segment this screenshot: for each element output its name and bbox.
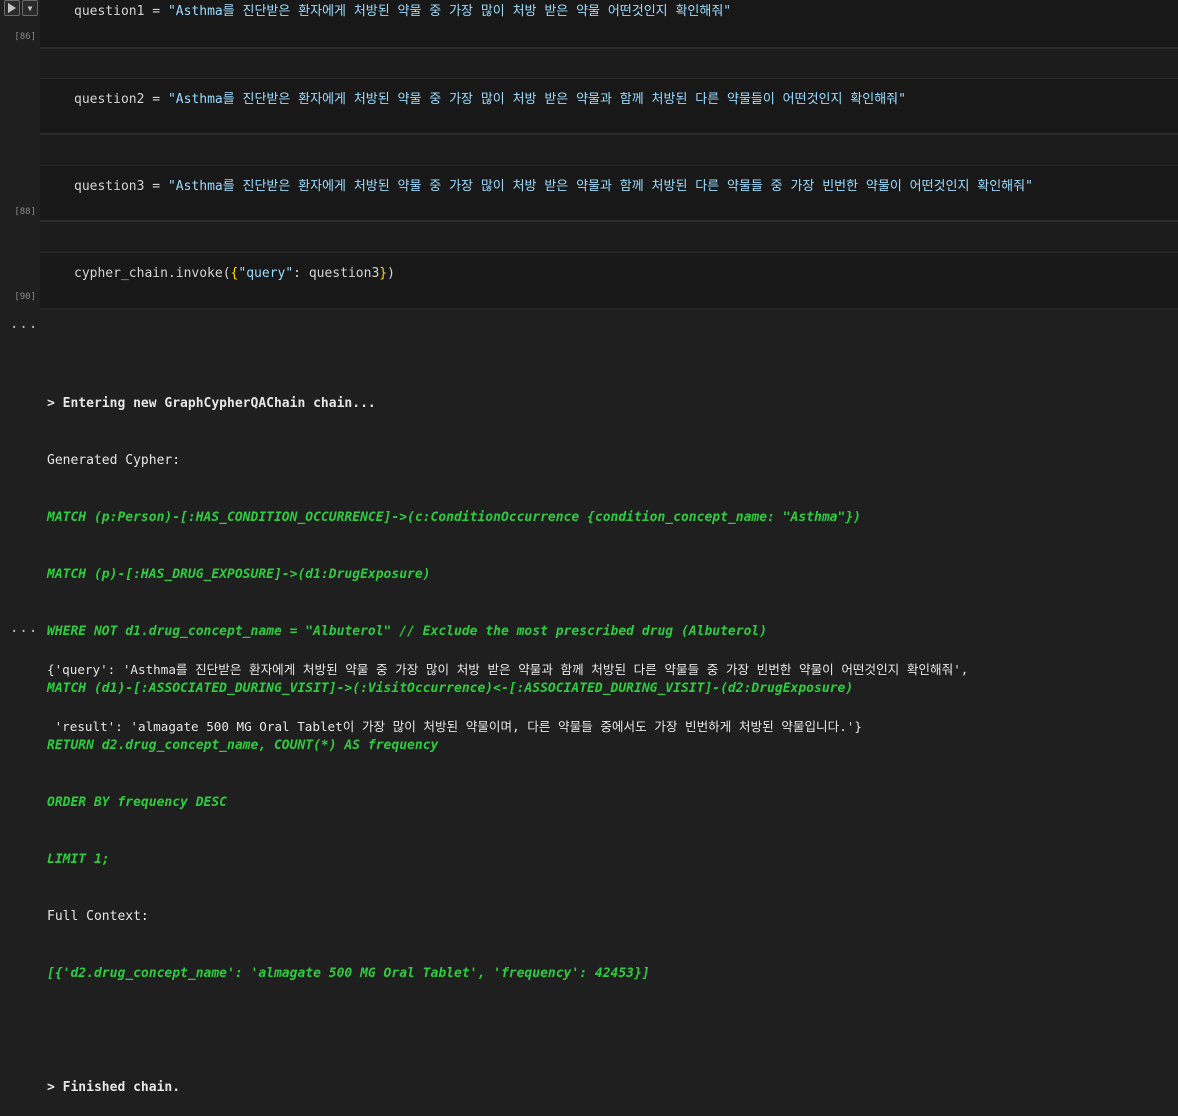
code-cell-3[interactable]: question3 = "Asthma를 진단받은 환자에게 처방된 약물 중 … bbox=[40, 165, 1178, 221]
cell-run-controls: ▼ bbox=[4, 0, 40, 16]
empty-cell[interactable] bbox=[40, 48, 1178, 79]
result-output: {'query': 'Asthma를 진단받은 환자에게 처방된 약물 중 가장… bbox=[47, 622, 1178, 755]
assign-operator: = bbox=[144, 179, 168, 194]
code-line-question1: question1 = "Asthma를 진단받은 환자에게 처방된 약물 중 … bbox=[74, 3, 731, 21]
dict-key: "query" bbox=[238, 266, 294, 281]
full-context-label: Full Context: bbox=[47, 909, 149, 924]
code-line-invoke: cypher_chain.invoke({"query": question3}… bbox=[74, 265, 395, 283]
call-close: ) bbox=[387, 266, 395, 281]
result-line: 'result': 'almagate 500 MG Oral Tablet이 … bbox=[47, 719, 862, 734]
generated-cypher-label: Generated Cypher: bbox=[47, 453, 181, 468]
function-call: cypher_chain.invoke( bbox=[74, 266, 231, 281]
string-literal: "Asthma를 진단받은 환자에게 처방된 약물 중 가장 많이 처방 받은 … bbox=[167, 4, 732, 19]
empty-cell[interactable] bbox=[40, 134, 1178, 166]
result-line: {'query': 'Asthma를 진단받은 환자에게 처방된 약물 중 가장… bbox=[47, 662, 969, 677]
code-cell-2[interactable]: question2 = "Asthma를 진단받은 환자에게 처방된 약물 중 … bbox=[40, 78, 1178, 134]
cypher-line: MATCH (p:Person)-[:HAS_CONDITION_OCCURRE… bbox=[47, 510, 861, 525]
execution-count: [88] bbox=[14, 207, 36, 217]
assign-operator: = bbox=[144, 4, 168, 19]
code-line-question3: question3 = "Asthma를 진단받은 환자에게 처방된 약물 중 … bbox=[74, 178, 1033, 196]
string-literal: "Asthma를 진단받은 환자에게 처방된 약물 중 가장 많이 처방 받은 … bbox=[167, 179, 1033, 194]
code-line-question2: question2 = "Asthma를 진단받은 환자에게 처방된 약물 중 … bbox=[74, 91, 906, 109]
variable-name: question1 bbox=[74, 4, 145, 19]
execution-count: [86] bbox=[14, 32, 36, 42]
output-collapse-toggle[interactable]: ... bbox=[10, 316, 38, 332]
variable-name: question2 bbox=[74, 92, 145, 107]
play-icon bbox=[8, 3, 16, 13]
assign-operator: = bbox=[144, 92, 168, 107]
string-literal: "Asthma를 진단받은 환자에게 처방된 약물 중 가장 많이 처방 받은 … bbox=[167, 92, 906, 107]
entering-chain-text: > Entering new GraphCypherQAChain chain.… bbox=[47, 396, 376, 411]
empty-cell[interactable] bbox=[40, 221, 1178, 253]
code-cell-1[interactable]: question1 = "Asthma를 진단받은 환자에게 처방된 약물 중 … bbox=[40, 0, 1178, 48]
execution-count: [90] bbox=[14, 292, 36, 302]
brace-close: } bbox=[379, 266, 388, 281]
run-options-button[interactable]: ▼ bbox=[22, 0, 38, 16]
full-context-value: [{'d2.drug_concept_name': 'almagate 500 … bbox=[47, 966, 650, 981]
dict-value: : question3 bbox=[293, 266, 380, 281]
cypher-line: LIMIT 1; bbox=[47, 852, 110, 867]
variable-name: question3 bbox=[74, 179, 145, 194]
code-cell-4[interactable]: cypher_chain.invoke({"query": question3}… bbox=[40, 252, 1178, 309]
cypher-line: ORDER BY frequency DESC bbox=[47, 795, 228, 810]
finished-chain-text: > Finished chain. bbox=[47, 1080, 181, 1095]
cypher-line: MATCH (p)-[:HAS_DRUG_EXPOSURE]->(d1:Drug… bbox=[47, 567, 431, 582]
output-collapse-toggle[interactable]: ... bbox=[10, 620, 38, 636]
chevron-down-icon: ▼ bbox=[27, 3, 33, 13]
run-cell-button[interactable] bbox=[4, 0, 20, 16]
